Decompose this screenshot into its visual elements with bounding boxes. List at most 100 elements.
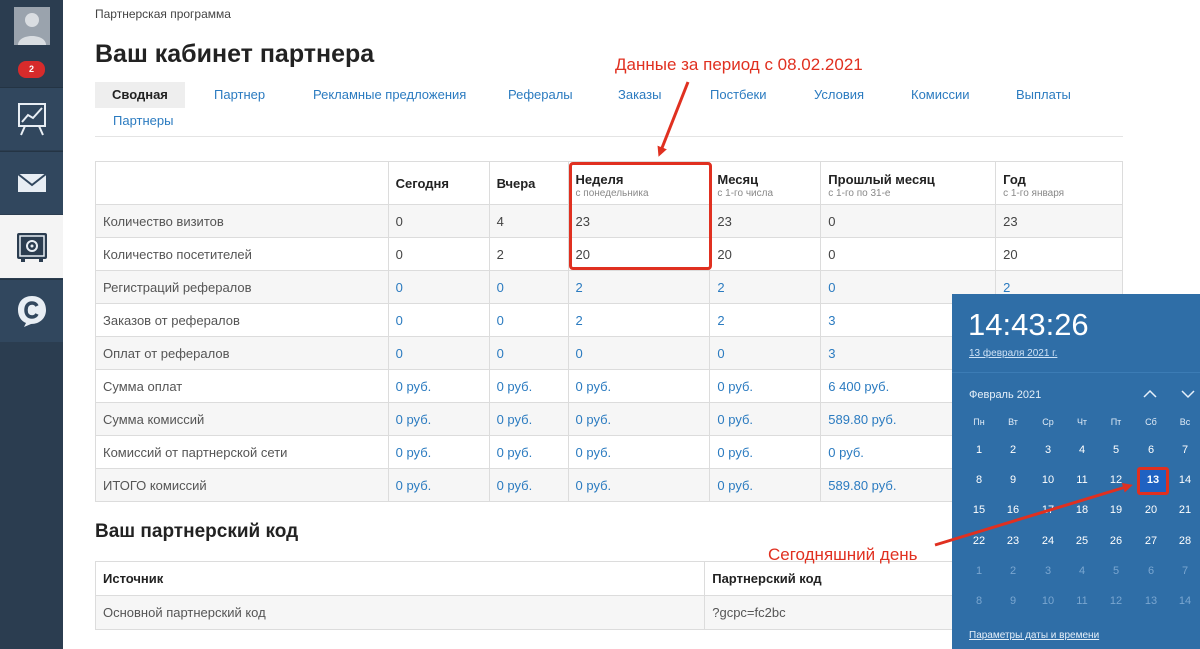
tab-conditions[interactable]: Условия: [797, 82, 881, 108]
stat-link-cell[interactable]: 0 руб.: [387, 435, 490, 469]
calendar-day[interactable]: 6: [1134, 565, 1168, 577]
chevron-down-icon[interactable]: [1178, 384, 1198, 404]
calendar-day[interactable]: 15: [962, 504, 996, 516]
calendar-day[interactable]: 22: [962, 535, 996, 547]
calendar-day[interactable]: 6: [1134, 444, 1168, 456]
tab-partners[interactable]: Партнеры: [96, 108, 190, 134]
tab-referrals[interactable]: Рефералы: [491, 82, 590, 108]
calendar-day[interactable]: 20: [1134, 504, 1168, 516]
tab-partner[interactable]: Партнер: [197, 82, 282, 108]
stat-link-cell[interactable]: 0 руб.: [488, 468, 569, 502]
calendar-day[interactable]: 7: [1168, 565, 1200, 577]
calendar-day[interactable]: 4: [1065, 444, 1099, 456]
stat-link-cell[interactable]: 0 руб.: [709, 435, 822, 469]
avatar[interactable]: [0, 0, 63, 52]
calendar-day[interactable]: 2: [996, 444, 1030, 456]
calendar-day[interactable]: 17: [1031, 504, 1065, 516]
breadcrumb[interactable]: Партнерская программа: [95, 7, 231, 21]
calendar-day[interactable]: 13: [1134, 595, 1168, 607]
sidebar-item-stats[interactable]: [0, 87, 63, 150]
calendar-day[interactable]: 21: [1168, 504, 1200, 516]
tab-payouts[interactable]: Выплаты: [999, 82, 1088, 108]
stat-link-cell[interactable]: 0: [488, 303, 569, 337]
clock-time: 14:43:26: [968, 307, 1089, 342]
table-header-empty: [95, 161, 389, 205]
stat-link-cell[interactable]: 0 руб.: [709, 369, 822, 403]
calendar-day[interactable]: 23: [996, 535, 1030, 547]
stat-link-cell[interactable]: 0 руб.: [567, 402, 711, 436]
stat-link-cell[interactable]: 0 руб.: [488, 369, 569, 403]
stat-link-cell[interactable]: 0: [387, 270, 490, 304]
calendar-day[interactable]: 18: [1065, 504, 1099, 516]
calendar-day[interactable]: 5: [1099, 565, 1133, 577]
stat-link-cell[interactable]: 2: [567, 303, 711, 337]
tab-summary[interactable]: Сводная: [95, 82, 185, 108]
header-source: Источник: [94, 561, 706, 596]
calendar-day[interactable]: 10: [1031, 474, 1065, 486]
calendar-day[interactable]: 24: [1031, 535, 1065, 547]
code-value-cell[interactable]: ?gcpc=fc2bc: [704, 595, 965, 630]
stat-link-cell[interactable]: 0: [709, 336, 822, 370]
calendar-day[interactable]: 10: [1031, 595, 1065, 607]
calendar-day[interactable]: 14: [1168, 474, 1200, 486]
calendar-day[interactable]: 3: [1031, 444, 1065, 456]
sidebar-item-partner[interactable]: [0, 215, 63, 278]
tab-commissions[interactable]: Комиссии: [894, 82, 987, 108]
calendar-day[interactable]: 8: [962, 474, 996, 486]
notification-badge[interactable]: 2: [18, 61, 45, 78]
calendar-day[interactable]: 1: [962, 565, 996, 577]
stat-link-cell[interactable]: 0: [387, 336, 490, 370]
header-yesterday: Вчера: [488, 161, 569, 205]
calendar-day[interactable]: 14: [1168, 595, 1200, 607]
calendar-day[interactable]: 2: [996, 565, 1030, 577]
stat-link-cell[interactable]: 0 руб.: [488, 402, 569, 436]
stat-link-cell[interactable]: 0 руб.: [709, 402, 822, 436]
calendar-day[interactable]: 11: [1065, 474, 1099, 486]
calendar-day[interactable]: 9: [996, 474, 1030, 486]
stat-link-cell[interactable]: 0 руб.: [709, 468, 822, 502]
stat-link-cell[interactable]: 0: [567, 336, 711, 370]
calendar-day[interactable]: 11: [1065, 595, 1099, 607]
calendar-month-label[interactable]: Февраль 2021: [969, 389, 1041, 401]
tab-ad-offers[interactable]: Рекламные предложения: [296, 82, 483, 108]
stat-link-cell[interactable]: 2: [567, 270, 711, 304]
stat-link-cell[interactable]: 0 руб.: [567, 468, 711, 502]
stat-link-cell[interactable]: 0: [488, 270, 569, 304]
calendar-day[interactable]: 16: [996, 504, 1030, 516]
calendar-day[interactable]: 19: [1099, 504, 1133, 516]
calendar-day[interactable]: 27: [1134, 535, 1168, 547]
stat-link-cell[interactable]: 0 руб.: [387, 468, 490, 502]
sidebar-item-brand[interactable]: [0, 279, 63, 342]
calendar-day[interactable]: 7: [1168, 444, 1200, 456]
brand-logo-icon: [17, 296, 46, 327]
stat-link-cell[interactable]: 2: [709, 303, 822, 337]
calendar-day[interactable]: 28: [1168, 535, 1200, 547]
calendar-day[interactable]: 12: [1099, 474, 1133, 486]
date-time-settings-link[interactable]: Параметры даты и времени: [969, 630, 1099, 641]
tab-orders[interactable]: Заказы: [601, 82, 678, 108]
stat-link-cell[interactable]: 0 руб.: [488, 435, 569, 469]
stat-link-cell[interactable]: 0 руб.: [567, 369, 711, 403]
calendar-day[interactable]: 3: [1031, 565, 1065, 577]
calendar-day[interactable]: 4: [1065, 565, 1099, 577]
calendar-day[interactable]: 26: [1099, 535, 1133, 547]
stat-link-cell[interactable]: 0 руб.: [387, 402, 490, 436]
stat-link-cell[interactable]: 0: [488, 336, 569, 370]
stat-link-cell[interactable]: 2: [709, 270, 822, 304]
calendar-day[interactable]: 8: [962, 595, 996, 607]
today-day[interactable]: 13: [1137, 474, 1169, 486]
sidebar-item-mail[interactable]: [0, 151, 63, 214]
tab-postbacks[interactable]: Постбеки: [693, 82, 784, 108]
calendar-day[interactable]: 12: [1099, 595, 1133, 607]
stat-link-cell[interactable]: 0: [387, 303, 490, 337]
clock-date-link[interactable]: 13 февраля 2021 г.: [969, 348, 1057, 359]
chevron-up-icon[interactable]: [1140, 384, 1160, 404]
calendar-day[interactable]: 9: [996, 595, 1030, 607]
page-title: Ваш кабинет партнера: [95, 40, 375, 68]
calendar-day[interactable]: 1: [962, 444, 996, 456]
calendar-day[interactable]: 5: [1099, 444, 1133, 456]
stat-link-cell[interactable]: 0 руб.: [387, 369, 490, 403]
stat-link-cell[interactable]: 0 руб.: [567, 435, 711, 469]
calendar-day[interactable]: 25: [1065, 535, 1099, 547]
annotation-today: Сегодняшний день: [768, 545, 918, 564]
